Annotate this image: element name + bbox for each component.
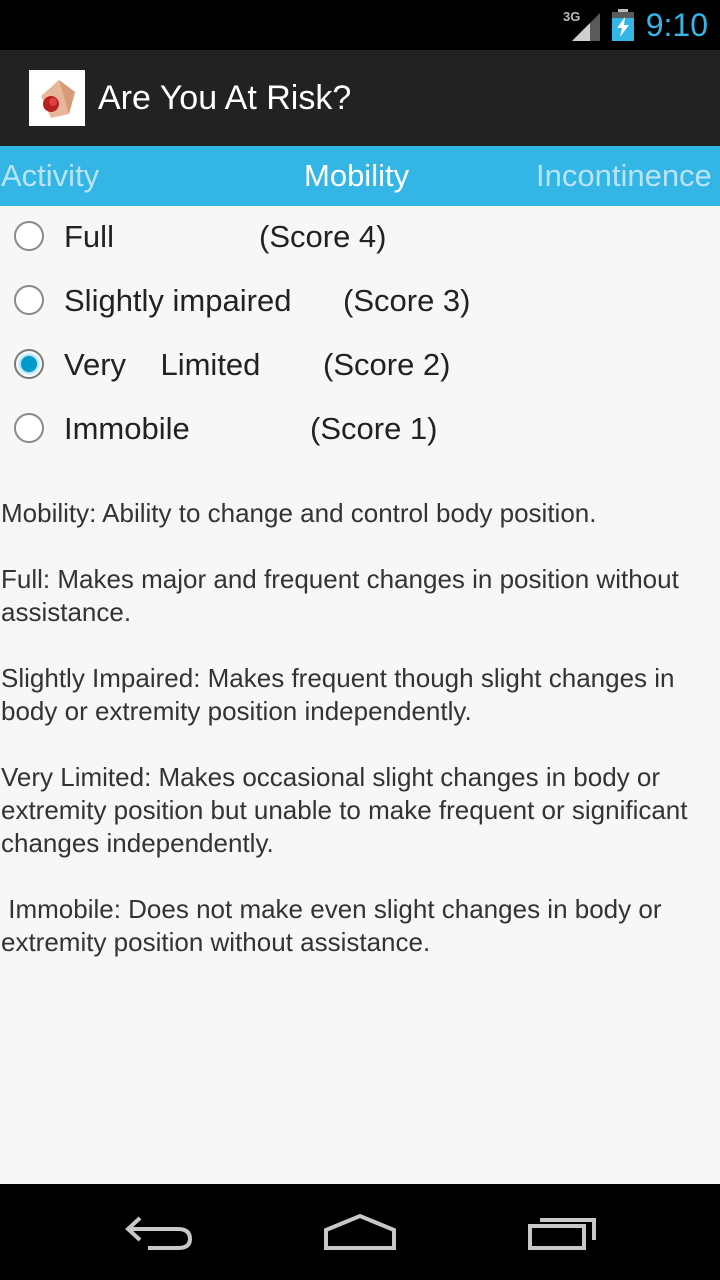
tab-incontinence[interactable]: Incontinence	[536, 158, 712, 194]
description-very-limited: Very Limited: Makes occasional slight ch…	[1, 762, 695, 858]
radio-button[interactable]	[14, 221, 44, 251]
tab-activity[interactable]: Activity	[1, 158, 99, 194]
radio-button[interactable]	[14, 285, 44, 315]
tab-mobility[interactable]: Mobility	[304, 158, 409, 194]
description-intro: Mobility: Ability to change and control …	[1, 498, 597, 528]
option-slightly-impaired[interactable]: Slightly impaired (Score 3)	[0, 270, 720, 334]
page-title: Are You At Risk?	[98, 79, 352, 117]
action-bar: Are You At Risk?	[0, 50, 720, 146]
option-score: (Score 2)	[323, 347, 451, 382]
navigation-bar	[0, 1184, 720, 1280]
option-label: Very Limited	[64, 347, 261, 382]
radio-button[interactable]	[14, 413, 44, 443]
status-clock: 9:10	[645, 7, 708, 43]
option-score: (Score 1)	[310, 411, 438, 446]
option-immobile[interactable]: Immobile (Score 1)	[0, 398, 720, 462]
description-full: Full: Makes major and frequent changes i…	[1, 564, 687, 627]
option-full[interactable]: Full (Score 4)	[0, 206, 720, 270]
app-logo-icon[interactable]	[29, 70, 85, 126]
description-slightly-impaired: Slightly Impaired: Makes frequent though…	[1, 663, 682, 726]
option-score: (Score 4)	[259, 219, 387, 254]
option-label: Immobile	[64, 411, 190, 446]
option-very-limited[interactable]: Very Limited (Score 2)	[0, 334, 720, 398]
option-label: Full	[64, 219, 114, 254]
svg-text:3G: 3G	[563, 9, 580, 24]
home-icon[interactable]	[320, 1210, 400, 1254]
back-icon[interactable]	[120, 1210, 200, 1254]
battery-charging-icon	[612, 9, 634, 41]
status-bar: 3G 9:10	[0, 0, 720, 50]
radio-button-checked[interactable]	[14, 349, 44, 379]
mobility-description: Mobility: Ability to change and control …	[1, 497, 719, 992]
signal-3g-icon: 3G	[563, 9, 600, 41]
recent-apps-icon[interactable]	[522, 1210, 602, 1254]
description-immobile: Immobile: Does not make even slight chan…	[1, 894, 669, 957]
option-label: Slightly impaired	[64, 283, 292, 318]
option-score: (Score 3)	[343, 283, 471, 318]
tab-strip: Activity Mobility Incontinence	[0, 146, 720, 206]
